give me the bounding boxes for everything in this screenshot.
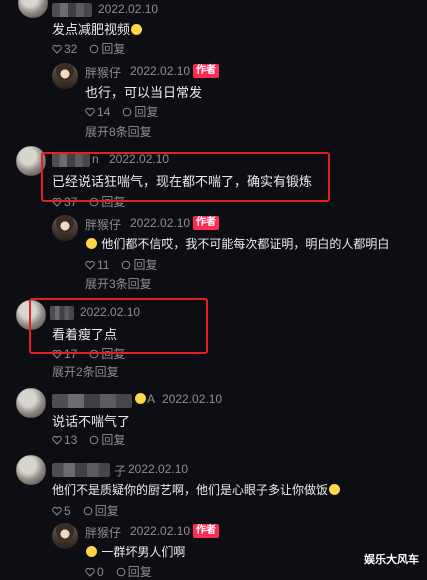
emoji-icon	[329, 484, 341, 495]
comment-actions: 5 回复	[52, 502, 119, 519]
author-badge: 作者	[193, 524, 219, 538]
author-badge: 作者	[193, 216, 219, 230]
reply-date: 2022.02.10	[130, 216, 191, 230]
reply-label: 回复	[134, 105, 159, 119]
reply-label: 回复	[101, 42, 126, 56]
username-suffix: 子	[114, 464, 127, 478]
avatar[interactable]	[16, 388, 46, 418]
author-name[interactable]: 胖猴仔	[85, 216, 121, 233]
heart-outline-icon[interactable]	[52, 506, 62, 516]
reply-arrow-icon	[116, 567, 126, 577]
like-count: 32	[64, 41, 78, 56]
reply-text: 也行，可以当日常发	[85, 85, 203, 100]
avatar[interactable]	[16, 455, 46, 485]
reply-arrow-icon	[89, 44, 99, 54]
expand-replies[interactable]: 展开3条回复	[85, 275, 152, 292]
comment-actions: 13 回复	[52, 431, 125, 448]
reply-button[interactable]: 回复	[121, 256, 157, 273]
reply-date: 2022.02.10	[130, 64, 191, 78]
watermark: 娱乐大风车	[364, 554, 419, 566]
username-mosaic	[52, 463, 110, 477]
comment-date: 2022.02.10	[128, 462, 189, 476]
author-badge: 作者	[193, 64, 219, 78]
emoji-icon	[135, 393, 146, 404]
reply-button[interactable]: 回复	[122, 103, 158, 120]
comment-text: 他们不是质疑你的厨艺啊，他们是心眼子多让你做饭	[52, 481, 341, 498]
reply-text: 他们都不信哎，我不可能每次都证明，明白的人都明白	[85, 235, 389, 252]
heart-outline-icon[interactable]	[52, 435, 62, 445]
like-count: 14	[97, 104, 111, 119]
author-name[interactable]: 胖猴仔	[85, 64, 121, 81]
like-count: 11	[97, 257, 110, 272]
like-count: 13	[64, 432, 78, 447]
comment-date: 2022.02.10	[98, 2, 159, 16]
reply-label: 回复	[127, 565, 152, 579]
expand-replies[interactable]: 展开8条回复	[85, 123, 152, 140]
emoji-icon	[86, 238, 97, 249]
highlight-box	[29, 298, 208, 354]
emoji-icon	[131, 24, 143, 35]
comment-text: 发点减肥视频	[52, 19, 143, 38]
username-suffix: A	[134, 392, 155, 406]
username-mosaic	[52, 3, 92, 17]
reply-button[interactable]: 回复	[116, 563, 152, 580]
reply-button[interactable]: 回复	[89, 40, 125, 57]
like-count: 0	[97, 564, 104, 579]
comment-actions: 32 回复	[52, 40, 125, 57]
like-count: 5	[64, 503, 71, 518]
author-avatar[interactable]	[52, 523, 78, 549]
reply-arrow-icon	[122, 107, 132, 117]
reply-arrow-icon	[89, 435, 99, 445]
reply-arrow-icon	[83, 506, 93, 516]
reply-label: 回复	[133, 258, 158, 272]
comment-text: 说话不喘气了	[52, 414, 131, 429]
reply-button[interactable]: 回复	[83, 502, 119, 519]
heart-outline-icon[interactable]	[85, 567, 95, 577]
author-name[interactable]: 胖猴仔	[85, 524, 121, 541]
expand-replies[interactable]: 展开2条回复	[52, 363, 119, 380]
highlight-box	[41, 152, 330, 202]
author-avatar[interactable]	[52, 215, 78, 241]
reply-text: 一群坏男人们啊	[85, 543, 185, 560]
reply-date: 2022.02.10	[130, 524, 191, 538]
author-avatar[interactable]	[52, 63, 78, 89]
heart-outline-icon[interactable]	[52, 44, 62, 54]
emoji-icon	[86, 546, 97, 557]
avatar[interactable]	[18, 0, 48, 18]
reply-actions: 14 回复	[85, 103, 158, 120]
reply-arrow-icon	[121, 260, 131, 270]
heart-outline-icon[interactable]	[85, 107, 95, 117]
username-mosaic	[52, 394, 132, 408]
reply-actions: 0 回复	[85, 563, 152, 580]
reply-button[interactable]: 回复	[89, 431, 125, 448]
reply-label: 回复	[101, 433, 126, 447]
heart-outline-icon[interactable]	[85, 260, 95, 270]
reply-label: 回复	[94, 504, 119, 518]
comment-date: 2022.02.10	[162, 392, 223, 406]
reply-actions: 11 回复	[85, 256, 157, 273]
